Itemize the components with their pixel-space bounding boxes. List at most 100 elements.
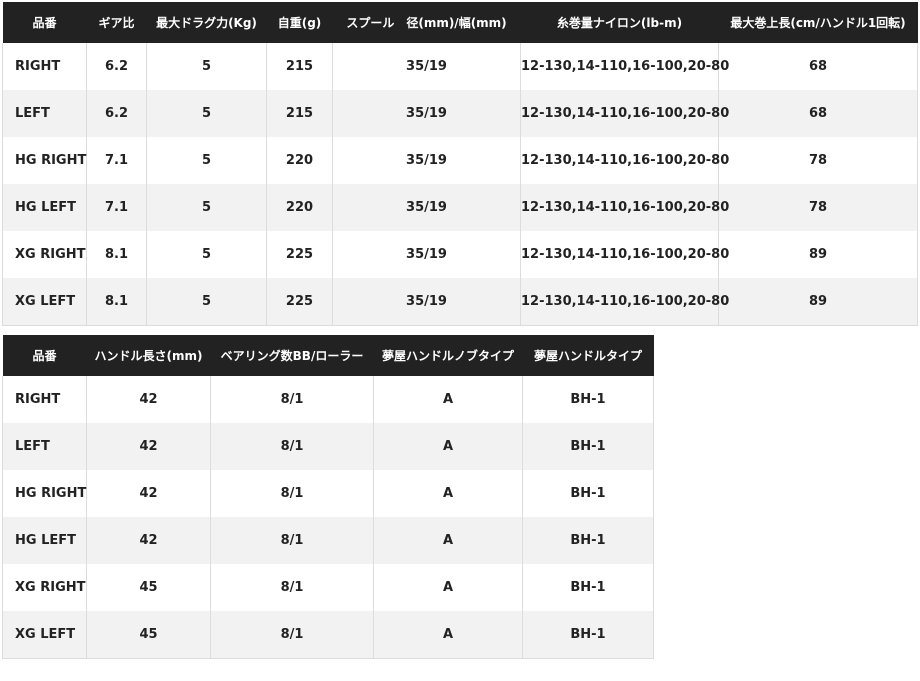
header-cell-weight: 自重(g)	[266, 2, 333, 43]
cell-retrieve-length: 78	[718, 137, 918, 184]
cell-part-number: XG RIGHT	[2, 231, 87, 278]
cell-bearings: 8/1	[210, 517, 374, 564]
cell-handle-length: 42	[86, 470, 211, 517]
cell-spool: 35/19	[332, 231, 521, 278]
cell-max-drag: 5	[146, 184, 267, 231]
cell-weight: 225	[266, 278, 333, 326]
cell-knob-type: A	[373, 376, 523, 423]
cell-max-drag: 5	[146, 90, 267, 137]
header-cell-handle-length: ハンドル長さ(mm)	[86, 335, 211, 376]
cell-spool: 35/19	[332, 90, 521, 137]
header-cell-line-capacity: 糸巻量ナイロン(lb-m)	[520, 2, 719, 43]
cell-knob-type: A	[373, 517, 523, 564]
header-cell-max-drag: 最大ドラグ力(Kg)	[146, 2, 267, 43]
spec-table-handle: 品番 ハンドル長さ(mm) ベアリング数BB/ローラー 夢屋ハンドルノブタイプ …	[2, 335, 654, 659]
cell-handle-length: 42	[86, 376, 211, 423]
cell-retrieve-length: 78	[718, 184, 918, 231]
cell-retrieve-length: 89	[718, 231, 918, 278]
header-cell-part-number: 品番	[2, 335, 87, 376]
cell-retrieve-length: 89	[718, 278, 918, 326]
table-row: HG RIGHT 7.1 5 220 35/19 12-130,14-110,1…	[2, 137, 918, 184]
header-cell-gear-ratio: ギア比	[86, 2, 147, 43]
cell-part-number: HG RIGHT	[2, 470, 87, 517]
cell-handle-length: 42	[86, 517, 211, 564]
cell-weight: 220	[266, 137, 333, 184]
cell-part-number: RIGHT	[2, 43, 87, 90]
cell-max-drag: 5	[146, 231, 267, 278]
cell-knob-type: A	[373, 564, 523, 611]
table-row: LEFT 6.2 5 215 35/19 12-130,14-110,16-10…	[2, 90, 918, 137]
cell-bearings: 8/1	[210, 564, 374, 611]
table-row: RIGHT 6.2 5 215 35/19 12-130,14-110,16-1…	[2, 43, 918, 90]
cell-bearings: 8/1	[210, 423, 374, 470]
cell-part-number: XG RIGHT	[2, 564, 87, 611]
cell-weight: 225	[266, 231, 333, 278]
cell-part-number: RIGHT	[2, 376, 87, 423]
cell-line-capacity: 12-130,14-110,16-100,20-80	[520, 137, 729, 184]
cell-handle-length: 45	[86, 611, 211, 659]
cell-max-drag: 5	[146, 43, 267, 90]
header-cell-handle-type: 夢屋ハンドルタイプ	[522, 335, 654, 376]
table-row: HG RIGHT 42 8/1 A BH-1	[2, 470, 654, 517]
cell-knob-type: A	[373, 423, 523, 470]
table-row: HG LEFT 7.1 5 220 35/19 12-130,14-110,16…	[2, 184, 918, 231]
cell-handle-type: BH-1	[522, 564, 654, 611]
table-row: XG LEFT 8.1 5 225 35/19 12-130,14-110,16…	[2, 278, 918, 326]
cell-bearings: 8/1	[210, 376, 374, 423]
cell-part-number: HG LEFT	[2, 517, 87, 564]
table-row: XG LEFT 45 8/1 A BH-1	[2, 611, 654, 659]
cell-handle-type: BH-1	[522, 376, 654, 423]
cell-line-capacity: 12-130,14-110,16-100,20-80	[520, 231, 729, 278]
cell-weight: 215	[266, 90, 333, 137]
header-cell-part-number: 品番	[2, 2, 87, 43]
cell-line-capacity: 12-130,14-110,16-100,20-80	[520, 90, 729, 137]
cell-bearings: 8/1	[210, 470, 374, 517]
spec-table-main: 品番 ギア比 最大ドラグ力(Kg) 自重(g) スプール 径(mm)/幅(mm)…	[2, 2, 918, 326]
cell-spool: 35/19	[332, 43, 521, 90]
cell-part-number: LEFT	[2, 423, 87, 470]
cell-line-capacity: 12-130,14-110,16-100,20-80	[520, 278, 729, 326]
cell-part-number: HG RIGHT	[2, 137, 87, 184]
cell-spool: 35/19	[332, 278, 521, 326]
cell-handle-type: BH-1	[522, 470, 654, 517]
cell-gear-ratio: 6.2	[86, 90, 147, 137]
cell-bearings: 8/1	[210, 611, 374, 659]
cell-max-drag: 5	[146, 278, 267, 326]
header-cell-retrieve-length: 最大巻上長(cm/ハンドル1回転)	[718, 2, 918, 43]
table-row: HG LEFT 42 8/1 A BH-1	[2, 517, 654, 564]
cell-gear-ratio: 7.1	[86, 184, 147, 231]
cell-weight: 220	[266, 184, 333, 231]
cell-handle-type: BH-1	[522, 423, 654, 470]
cell-handle-length: 45	[86, 564, 211, 611]
cell-spool: 35/19	[332, 184, 521, 231]
cell-retrieve-length: 68	[718, 90, 918, 137]
cell-line-capacity: 12-130,14-110,16-100,20-80	[520, 184, 729, 231]
cell-knob-type: A	[373, 470, 523, 517]
cell-gear-ratio: 6.2	[86, 43, 147, 90]
table-row: LEFT 42 8/1 A BH-1	[2, 423, 654, 470]
cell-part-number: XG LEFT	[2, 278, 87, 326]
table-row: RIGHT 42 8/1 A BH-1	[2, 376, 654, 423]
header-cell-knob-type: 夢屋ハンドルノブタイプ	[373, 335, 523, 376]
cell-handle-type: BH-1	[522, 611, 654, 659]
cell-part-number: HG LEFT	[2, 184, 87, 231]
cell-handle-type: BH-1	[522, 517, 654, 564]
cell-gear-ratio: 8.1	[86, 231, 147, 278]
cell-max-drag: 5	[146, 137, 267, 184]
cell-weight: 215	[266, 43, 333, 90]
cell-gear-ratio: 7.1	[86, 137, 147, 184]
table-header-row: 品番 ギア比 最大ドラグ力(Kg) 自重(g) スプール 径(mm)/幅(mm)…	[2, 2, 918, 43]
table-header-row: 品番 ハンドル長さ(mm) ベアリング数BB/ローラー 夢屋ハンドルノブタイプ …	[2, 335, 654, 376]
cell-gear-ratio: 8.1	[86, 278, 147, 326]
cell-retrieve-length: 68	[718, 43, 918, 90]
cell-part-number: LEFT	[2, 90, 87, 137]
cell-knob-type: A	[373, 611, 523, 659]
table-row: XG RIGHT 8.1 5 225 35/19 12-130,14-110,1…	[2, 231, 918, 278]
header-cell-bearings: ベアリング数BB/ローラー	[210, 335, 374, 376]
cell-line-capacity: 12-130,14-110,16-100,20-80	[520, 43, 729, 90]
header-cell-spool: スプール 径(mm)/幅(mm)	[332, 2, 521, 43]
table-row: XG RIGHT 45 8/1 A BH-1	[2, 564, 654, 611]
cell-part-number: XG LEFT	[2, 611, 87, 659]
cell-spool: 35/19	[332, 137, 521, 184]
cell-handle-length: 42	[86, 423, 211, 470]
